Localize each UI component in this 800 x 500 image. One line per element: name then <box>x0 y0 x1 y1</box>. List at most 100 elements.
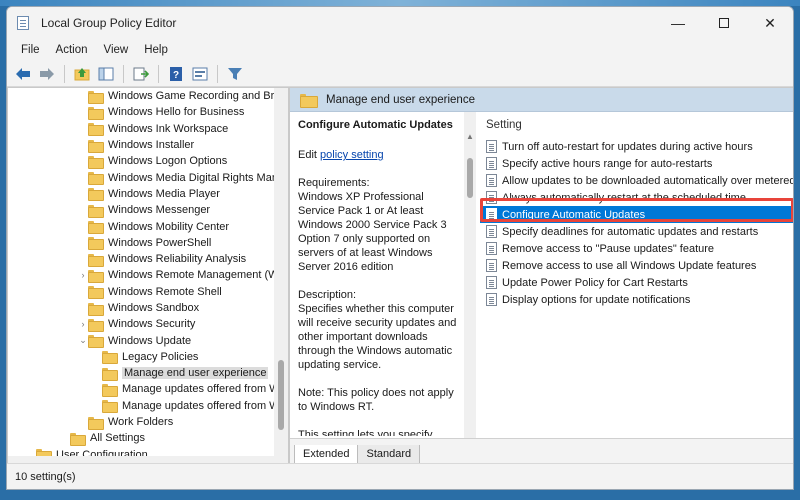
back-button[interactable] <box>13 64 33 84</box>
setting-row[interactable]: Configure Automatic Updates <box>480 206 793 223</box>
tree-item[interactable]: › Windows Security <box>8 316 288 332</box>
toolbar: ? <box>7 61 793 87</box>
tree-item[interactable]: Manage end user experience <box>8 365 288 381</box>
tree-item-label: Windows Sandbox <box>108 302 200 314</box>
setting-row[interactable]: Remove access to use all Windows Update … <box>480 257 793 274</box>
tree-item[interactable]: All Settings <box>8 430 288 446</box>
folder-icon <box>88 90 104 104</box>
maximize-button[interactable] <box>701 7 747 39</box>
tree-item[interactable]: Windows Sandbox <box>8 300 288 316</box>
tab-standard[interactable]: Standard <box>357 445 421 464</box>
filter-button[interactable] <box>225 64 245 84</box>
toolbar-separator <box>123 64 124 83</box>
tree-item-label: Windows Mobility Center <box>108 220 230 233</box>
tree-item-label: All Settings <box>90 432 146 445</box>
help-icon: ? <box>170 66 182 81</box>
tree-item-label: Windows Hello for Business <box>108 106 245 119</box>
setting-label: Specify deadlines for automatic updates … <box>502 225 759 238</box>
folder-icon <box>102 367 118 381</box>
tree-item[interactable]: › Windows Remote Management (Wi <box>8 267 288 283</box>
tree-item-label: Windows Remote Shell <box>108 285 222 298</box>
folder-icon <box>88 416 104 430</box>
tree-item[interactable]: Windows Game Recording and Broa <box>8 88 288 104</box>
export-list-button[interactable] <box>131 64 151 84</box>
details-header-title: Manage end user experience <box>326 93 475 106</box>
tree-item-label: Work Folders <box>108 416 174 429</box>
tree-item-label: Manage updates offered from W <box>122 383 280 396</box>
expand-chevron-icon[interactable]: ⌄ <box>78 335 88 346</box>
collapse-chevron-icon[interactable]: › <box>78 270 88 280</box>
properties-button[interactable] <box>190 64 210 84</box>
description-text: Description: Specifies whether this comp… <box>298 289 457 371</box>
tree-item[interactable]: Manage updates offered from W <box>8 398 288 414</box>
help-button[interactable]: ? <box>166 64 186 84</box>
setting-row[interactable]: Display options for update notifications <box>480 291 793 308</box>
setting-row[interactable]: Update Power Policy for Cart Restarts <box>480 274 793 291</box>
tree-item-label: Windows Installer <box>108 139 195 152</box>
folder-icon <box>88 302 104 316</box>
tab-extended[interactable]: Extended <box>294 445 359 464</box>
tree-item[interactable]: Windows PowerShell <box>8 235 288 251</box>
tree-item[interactable]: Windows Hello for Business <box>8 104 288 120</box>
console-tree[interactable]: Windows Game Recording and Broa Windows H… <box>7 87 289 465</box>
folder-icon <box>88 335 104 349</box>
tree-item[interactable]: Windows Mobility Center <box>8 218 288 235</box>
description-scroll-thumb[interactable] <box>467 158 473 198</box>
tree-item[interactable]: Windows Media Player <box>8 186 288 202</box>
tree-item[interactable]: Windows Messenger <box>8 202 288 218</box>
description-scrollbar[interactable]: ▲ <box>464 112 476 438</box>
tree-item[interactable]: Windows Media Digital Rights Man <box>8 169 288 186</box>
folder-icon <box>88 237 104 251</box>
filter-icon <box>228 67 242 80</box>
policy-setting-icon <box>486 191 497 204</box>
forward-button[interactable] <box>37 64 57 84</box>
menu-file[interactable]: File <box>13 44 48 56</box>
back-arrow-icon <box>16 67 30 80</box>
setting-column-header[interactable]: Setting <box>480 112 793 138</box>
folder-icon <box>102 400 118 414</box>
setting-row[interactable]: Turn off auto-restart for updates during… <box>480 138 793 155</box>
tree-item[interactable]: Legacy Policies <box>8 349 288 365</box>
tree-item[interactable]: Windows Ink Workspace <box>8 121 288 137</box>
window-title: Local Group Policy Editor <box>41 16 177 30</box>
folder-icon <box>88 172 104 186</box>
details-header: Manage end user experience <box>290 88 793 112</box>
tree-item[interactable]: Windows Installer <box>8 137 288 153</box>
tree-item-label: Manage updates offered from W <box>122 399 280 412</box>
menu-help[interactable]: Help <box>136 44 176 56</box>
collapse-chevron-icon[interactable]: › <box>78 319 88 329</box>
note-text: Note: This policy does not apply to Wind… <box>298 387 454 413</box>
properties-icon <box>192 67 208 80</box>
tree-item[interactable]: Windows Reliability Analysis <box>8 251 288 267</box>
tree-item-label: Manage end user experience <box>122 367 269 380</box>
tree-scroll-thumb[interactable] <box>278 360 284 430</box>
menu-action[interactable]: Action <box>48 44 96 56</box>
folder-icon <box>88 286 104 300</box>
scroll-up-icon[interactable]: ▲ <box>466 132 474 141</box>
setting-row[interactable]: Allow updates to be downloaded automatic… <box>480 172 793 189</box>
up-one-level-button[interactable] <box>72 64 92 84</box>
tree-item[interactable]: Windows Remote Shell <box>8 284 288 300</box>
close-button[interactable]: ✕ <box>747 7 793 39</box>
tree-item-label: Windows Reliability Analysis <box>108 253 247 266</box>
setting-row[interactable]: Remove access to "Pause updates" feature <box>480 240 793 257</box>
group-policy-window: Local Group Policy Editor — ✕ File Actio… <box>6 6 794 490</box>
policy-editor-app-icon <box>17 16 33 30</box>
tree-item[interactable]: Windows Logon Options <box>8 153 288 169</box>
policy-setting-icon <box>486 208 497 221</box>
tree-item[interactable]: Work Folders <box>8 414 288 430</box>
folder-icon <box>88 318 104 332</box>
show-hide-tree-button[interactable] <box>96 64 116 84</box>
folder-icon <box>70 432 86 446</box>
setting-row[interactable]: Specify deadlines for automatic updates … <box>480 223 793 240</box>
tree-vertical-scrollbar[interactable] <box>274 88 288 464</box>
edit-policy-setting-link[interactable]: policy setting <box>320 149 384 161</box>
minimize-button[interactable]: — <box>655 7 701 39</box>
tree-item[interactable]: Manage updates offered from W <box>8 381 288 397</box>
tree-item[interactable]: ⌄ Windows Update <box>8 332 288 349</box>
setting-row[interactable]: Always automatically restart at the sche… <box>480 189 793 206</box>
setting-rows: Turn off auto-restart for updates during… <box>480 138 793 308</box>
menu-view[interactable]: View <box>96 44 137 56</box>
setting-label: Turn off auto-restart for updates during… <box>502 140 753 153</box>
setting-row[interactable]: Specify active hours range for auto-rest… <box>480 155 793 172</box>
